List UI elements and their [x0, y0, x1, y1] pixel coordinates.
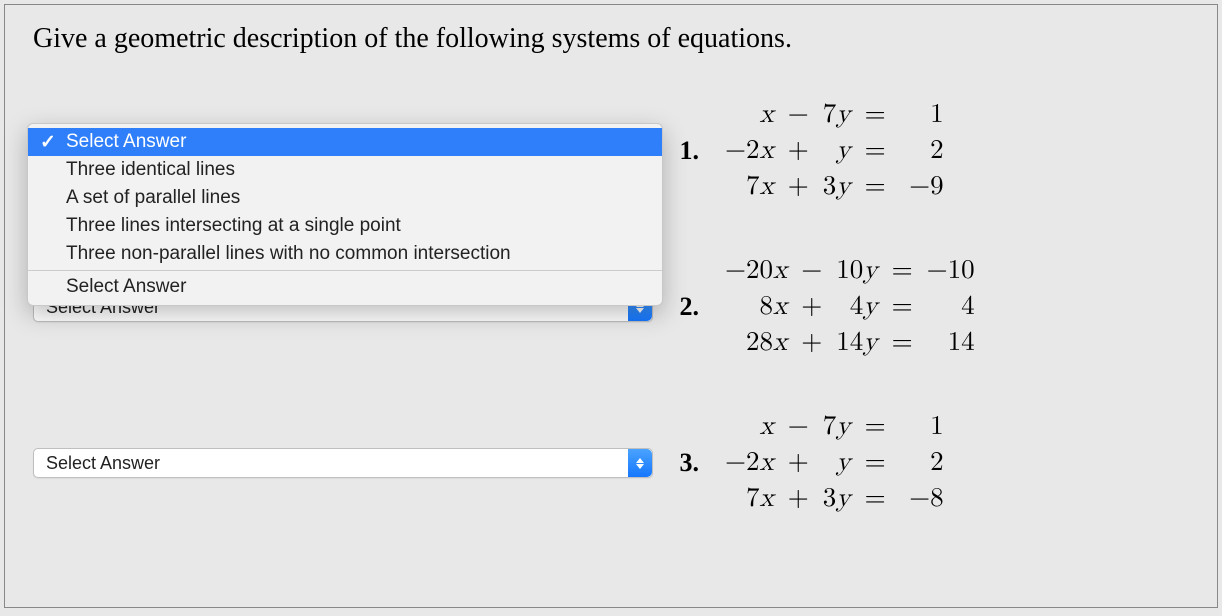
dropdown-option[interactable]: A set of parallel lines	[28, 184, 662, 212]
dropdown-option[interactable]: Three non-parallel lines with no common …	[28, 240, 662, 268]
select-value: Select Answer	[46, 453, 160, 474]
equation-system-3: x−7y=1 −2x+y=2 7x+3y=−8	[719, 409, 950, 517]
question-panel: Give a geometric description of the foll…	[4, 4, 1218, 608]
equation-system-2: −20x−10y=−10 8x+4y=4 28x+14y=14	[719, 253, 981, 361]
prompt-text: Give a geometric description of the foll…	[33, 23, 1189, 55]
question-number: 2.	[671, 292, 699, 322]
equation-system-1: x−7y=1 −2x+y=2 7x+3y=−9	[719, 97, 950, 205]
answer-select-3[interactable]: Select Answer	[33, 448, 653, 478]
dropdown-option[interactable]: Three identical lines	[28, 156, 662, 184]
dropdown-option-placeholder[interactable]: Select Answer	[28, 128, 662, 156]
dropdown-below-label[interactable]: Select Answer	[28, 273, 662, 301]
question-number: 3.	[671, 448, 699, 478]
stepper-icon	[628, 449, 652, 477]
answer-dropdown-open[interactable]: Select Answer Three identical lines A se…	[27, 123, 663, 306]
dropdown-option[interactable]: Three lines intersecting at a single poi…	[28, 212, 662, 240]
question-number: 1.	[671, 136, 699, 166]
question-row: Select Answer 3. x−7y=1 −2x+y=2 7x+3y=−8	[33, 403, 1189, 523]
dropdown-separator	[28, 270, 662, 271]
